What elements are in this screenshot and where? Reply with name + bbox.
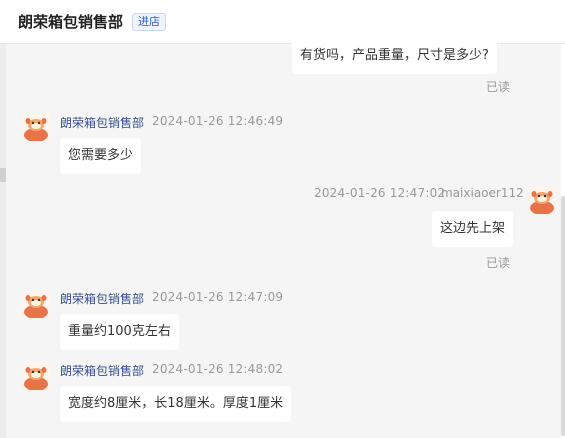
mascot-icon xyxy=(22,362,50,390)
message-bubble: 有货吗，产品重量，尺寸是多少? xyxy=(292,38,497,74)
shop-avatar[interactable] xyxy=(22,290,50,318)
enter-shop-button[interactable]: 进店 xyxy=(132,12,167,31)
read-status: 已读 xyxy=(486,256,511,270)
message-time: 2024-01-26 12:47:02 xyxy=(314,186,446,200)
shop-avatar[interactable] xyxy=(22,362,50,390)
sender-name: maixiaoer112 xyxy=(441,186,524,200)
message-time: 2024-01-26 12:46:49 xyxy=(152,114,284,128)
mascot-icon xyxy=(22,290,50,318)
shop-avatar[interactable] xyxy=(22,113,50,141)
message-bubble: 重量约100克左右 xyxy=(60,314,179,350)
scrollbar-thumb[interactable] xyxy=(561,196,565,436)
message-time: 2024-01-26 12:47:09 xyxy=(152,290,284,304)
mascot-icon xyxy=(22,113,50,141)
sender-name: 朗荣箱包销售部 xyxy=(60,364,145,378)
sender-name: 朗荣箱包销售部 xyxy=(60,292,145,306)
sender-name: 朗荣箱包销售部 xyxy=(60,116,145,130)
left-panel-edge xyxy=(0,44,6,438)
read-status: 已读 xyxy=(486,80,511,94)
message-bubble: 您需要多少 xyxy=(60,138,142,174)
scrollbar[interactable] xyxy=(561,44,565,438)
mascot-icon xyxy=(528,186,556,214)
message-bubble: 这边先上架 xyxy=(432,211,514,247)
shop-name: 朗荣箱包销售部 xyxy=(18,13,124,31)
message-time: 2024-01-26 12:48:02 xyxy=(152,362,284,376)
message-bubble: 宽度约8厘米，长18厘米。厚度1厘米 xyxy=(60,386,292,422)
user-avatar[interactable] xyxy=(528,186,556,214)
